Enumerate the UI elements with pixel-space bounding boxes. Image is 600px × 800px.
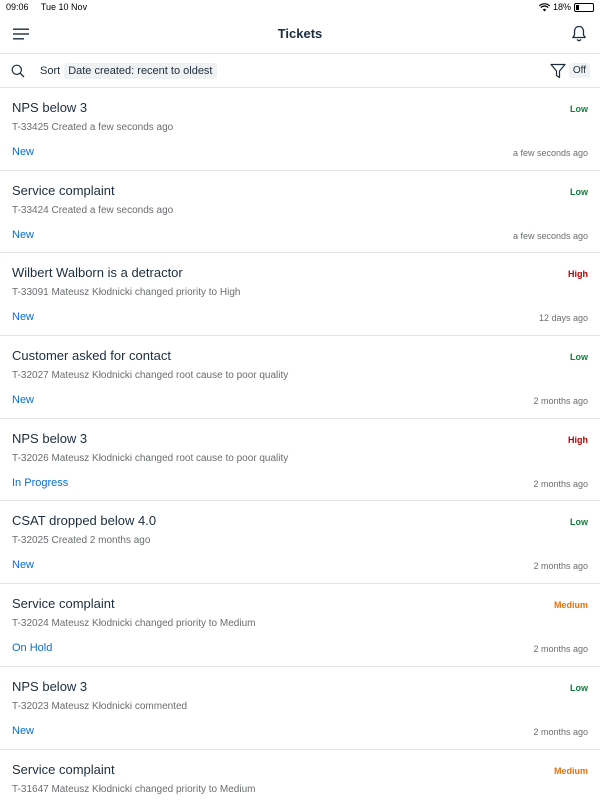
- ticket-row[interactable]: NPS below 3 T-32023 Mateusz Kłodnicki com…: [0, 667, 600, 750]
- ticket-time: a few seconds ago: [512, 230, 588, 241]
- ticket-row[interactable]: Service complaint T-31647 Mateusz Kłodnic…: [0, 750, 600, 800]
- search-icon: [11, 64, 25, 77]
- ticket-subtitle: T-32027 Mateusz Kłodnicki changed root c…: [12, 370, 289, 382]
- ticket-row[interactable]: NPS below 3 T-33425 Created a few seconds…: [0, 88, 600, 171]
- status-time: 09:06: [6, 2, 29, 12]
- ticket-status: New: [12, 394, 35, 407]
- ticket-status: New: [12, 724, 35, 737]
- ticket-time: 12 days ago: [538, 313, 588, 324]
- ticket-subtitle: T-33425 Created a few seconds ago: [12, 122, 174, 133]
- ticket-title: Customer asked for contact: [12, 348, 171, 364]
- search-button[interactable]: [10, 60, 26, 82]
- notifications-button[interactable]: [568, 23, 590, 45]
- sort-label: Sort: [40, 64, 61, 77]
- ticket-subtitle: T-32025 Created 2 months ago: [12, 535, 151, 547]
- ticket-time: 2 months ago: [533, 478, 588, 489]
- ticket-status: In Progress: [12, 476, 69, 489]
- ticket-priority: Low: [570, 682, 588, 693]
- status-date: Tue 10 Nov: [40, 2, 88, 12]
- ticket-time: 2 months ago: [533, 396, 588, 407]
- ticket-title: NPS below 3: [12, 678, 88, 694]
- menu-button[interactable]: [10, 23, 32, 45]
- ticket-subtitle: T-31647 Mateusz Kłodnicki changed priori…: [12, 783, 256, 795]
- bell-icon: [572, 25, 586, 42]
- ticket-status: New: [12, 559, 35, 572]
- app-header: Tickets: [0, 14, 600, 54]
- filter-state: Off: [568, 63, 590, 78]
- sort-selector[interactable]: Date created: recent to oldest: [64, 62, 217, 79]
- ticket-priority: High: [568, 434, 588, 445]
- ticket-title: Service complaint: [12, 596, 115, 612]
- ticket-time: 2 months ago: [533, 644, 588, 655]
- battery-percent: 18%: [552, 2, 571, 12]
- ticket-status: On Hold: [12, 642, 53, 655]
- ticket-title: Service complaint: [12, 182, 115, 198]
- ticket-status: New: [12, 311, 35, 324]
- ticket-priority: Low: [570, 104, 588, 114]
- status-bar: 09:06 Tue 10 Nov 18%: [0, 0, 600, 14]
- ticket-subtitle: T-32026 Mateusz Kłodnicki changed root c…: [12, 452, 289, 464]
- ticket-time: 2 months ago: [533, 561, 588, 572]
- ticket-title: NPS below 3: [12, 100, 88, 115]
- page-title: Tickets: [277, 26, 323, 41]
- filter-button[interactable]: [549, 60, 567, 82]
- ticket-title: CSAT dropped below 4.0: [12, 513, 157, 529]
- wifi-icon: [538, 2, 550, 11]
- ticket-row[interactable]: Customer asked for contact T-32027 Mateus…: [0, 336, 600, 419]
- ticket-priority: Low: [570, 186, 588, 197]
- ticket-row[interactable]: NPS below 3 T-32026 Mateusz Kłodnicki cha…: [0, 419, 600, 502]
- ticket-row[interactable]: Wilbert Walborn is a detractor T-33091 Ma…: [0, 253, 600, 337]
- ticket-time: 2 months ago: [533, 726, 588, 737]
- hamburger-icon: [13, 28, 29, 39]
- filter-icon: [550, 63, 566, 78]
- ticket-row[interactable]: Service complaint T-33424 Created a few s…: [0, 171, 600, 254]
- ticket-priority: Medium: [553, 765, 588, 776]
- ticket-priority: Low: [570, 352, 588, 363]
- ticket-title: Service complaint: [12, 761, 115, 777]
- ticket-list: NPS below 3 T-33425 Created a few seconds…: [0, 88, 600, 800]
- ticket-priority: Low: [570, 517, 588, 528]
- ticket-status: New: [12, 228, 35, 241]
- ticket-status: New: [12, 146, 35, 158]
- ticket-priority: High: [568, 269, 588, 280]
- ticket-subtitle: T-32023 Mateusz Kłodnicki commented: [12, 700, 188, 712]
- ticket-subtitle: T-33424 Created a few seconds ago: [12, 204, 174, 216]
- list-toolbar: Sort Date created: recent to oldest Off: [0, 54, 600, 88]
- battery-icon: [574, 2, 594, 12]
- ticket-title: Wilbert Walborn is a detractor: [12, 265, 183, 281]
- ticket-subtitle: T-33091 Mateusz Kłodnicki changed priori…: [12, 287, 241, 299]
- ticket-priority: Medium: [553, 600, 588, 611]
- ticket-time: a few seconds ago: [512, 148, 588, 158]
- ticket-title: NPS below 3: [12, 430, 88, 446]
- ticket-row[interactable]: Service complaint T-32024 Mateusz Kłodnic…: [0, 584, 600, 667]
- ticket-row[interactable]: CSAT dropped below 4.0 T-32025 Created 2 …: [0, 501, 600, 585]
- ticket-subtitle: T-32024 Mateusz Kłodnicki changed priori…: [12, 618, 256, 630]
